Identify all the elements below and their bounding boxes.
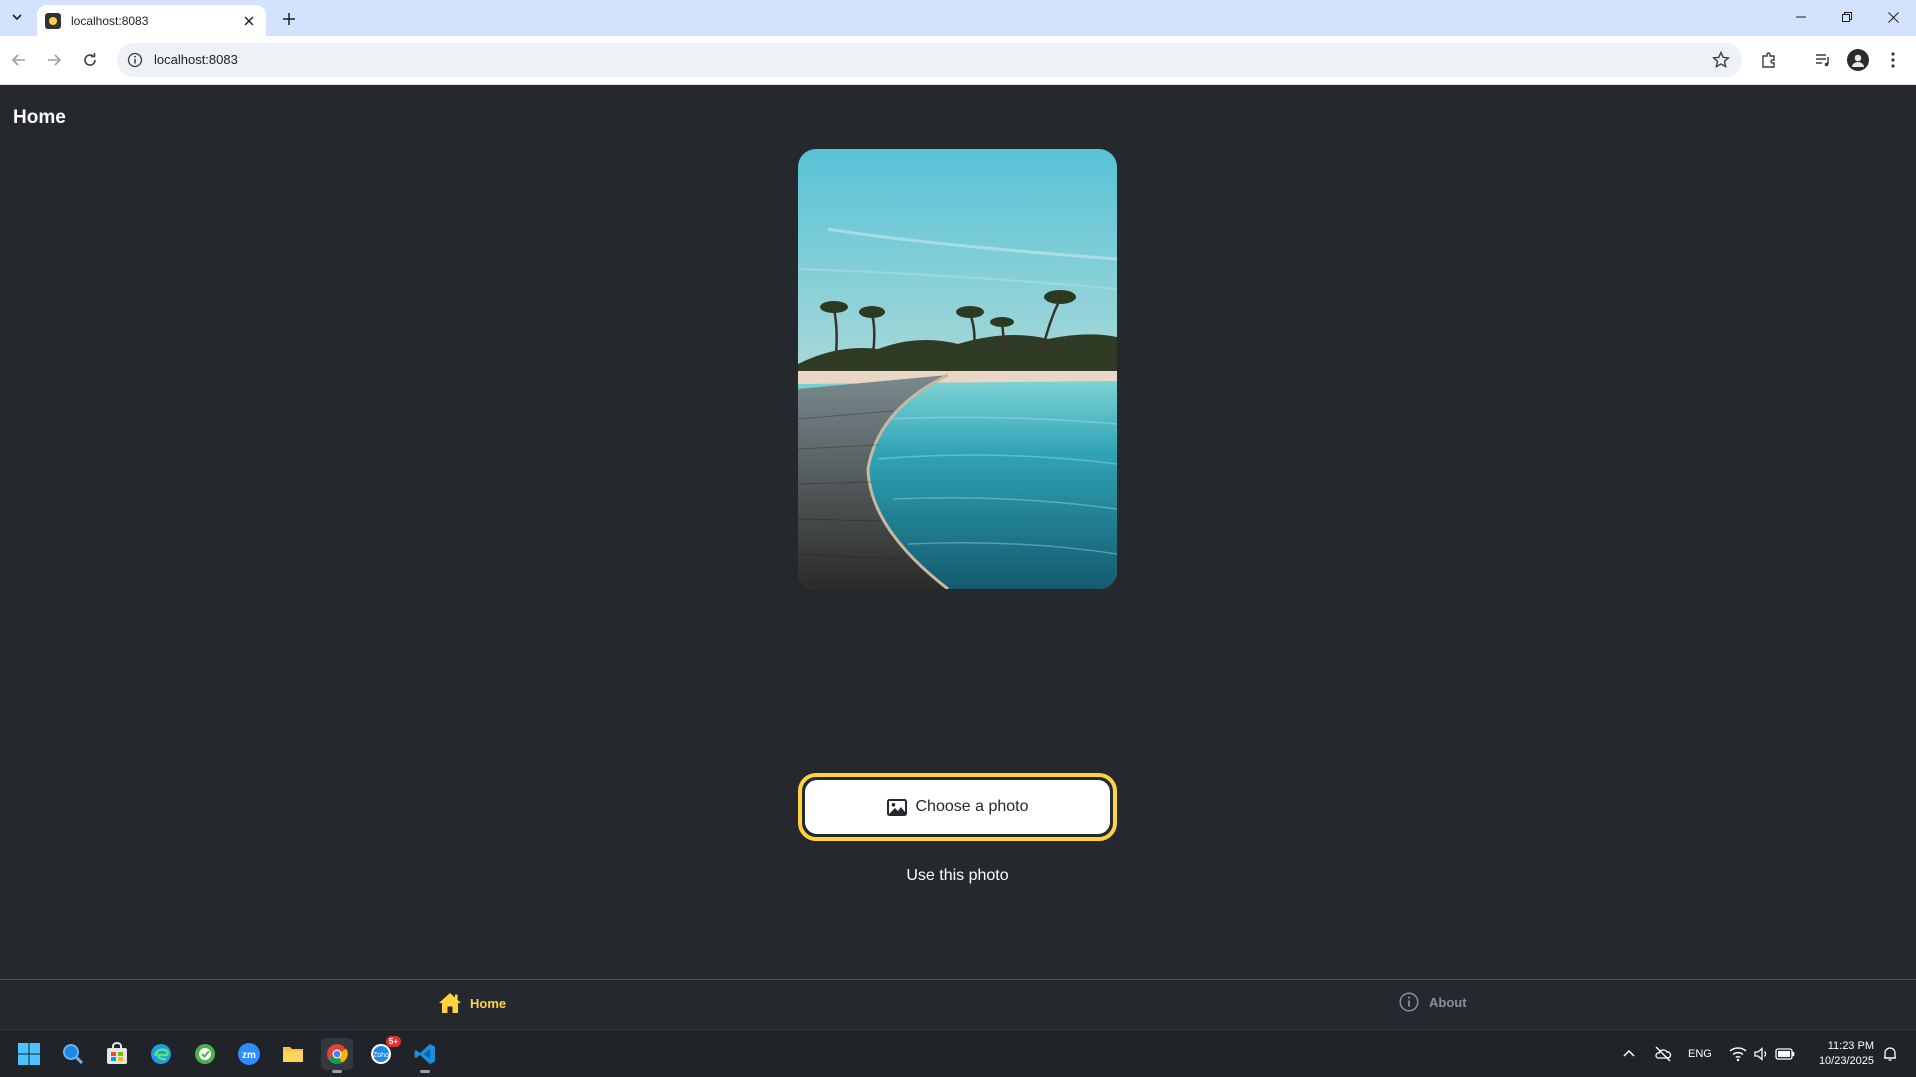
notification-bell-icon	[1884, 1047, 1896, 1061]
cloud-off-icon	[1655, 1046, 1672, 1062]
minimize-button[interactable]	[1784, 4, 1818, 30]
use-photo-button[interactable]: Use this photo	[798, 867, 1117, 885]
arrow-left-icon	[11, 54, 25, 66]
browser-menu-button[interactable]	[1882, 49, 1904, 71]
plus-icon	[283, 13, 295, 25]
bottom-tab-bar: Home About	[0, 979, 1916, 1029]
taskbar-clock[interactable]: 11:23 PM 10/23/2025	[1808, 1039, 1874, 1069]
clock-time: 11:23 PM	[1827, 1040, 1874, 1052]
tab-about[interactable]: About	[1399, 992, 1467, 1012]
new-tab-button[interactable]	[278, 8, 300, 30]
back-button[interactable]	[6, 47, 32, 73]
browser-toolbar: localhost:8083	[0, 36, 1916, 85]
browser-tab-bar: localhost:8083	[0, 0, 1916, 36]
minimize-icon	[1796, 16, 1806, 18]
edge-icon	[151, 1044, 171, 1064]
close-window-button[interactable]	[1876, 4, 1910, 30]
volume-icon	[1754, 1047, 1767, 1061]
svg-text:zm: zm	[242, 1050, 256, 1061]
search-icon	[63, 1044, 84, 1065]
site-info-icon[interactable]	[127, 52, 143, 68]
taskbar-app-green[interactable]	[189, 1038, 221, 1070]
beach-photo-image	[798, 149, 1117, 589]
profile-avatar[interactable]	[1847, 49, 1869, 71]
zoom-icon: zm	[238, 1043, 260, 1065]
windows-logo-icon	[18, 1043, 40, 1065]
forward-button[interactable]	[41, 47, 67, 73]
language-label: ENG	[1688, 1048, 1712, 1060]
home-icon	[439, 993, 461, 1013]
close-icon	[1887, 11, 1899, 23]
network-off-tray[interactable]	[1654, 1030, 1672, 1077]
taskbar-edge[interactable]	[145, 1038, 177, 1070]
taskbar-search[interactable]	[57, 1038, 89, 1070]
start-button[interactable]	[13, 1038, 45, 1070]
browser-tab-active[interactable]: localhost:8083	[37, 5, 266, 36]
playlist-icon	[1816, 54, 1829, 67]
tab-search-button[interactable]	[5, 5, 29, 29]
choose-photo-button[interactable]: Choose a photo	[798, 773, 1117, 841]
green-app-icon	[195, 1044, 215, 1064]
media-controls-button[interactable]	[1812, 49, 1834, 71]
active-app-indicator	[332, 1070, 342, 1073]
bookmark-star-icon[interactable]	[1712, 51, 1730, 69]
tab-close-button[interactable]	[240, 12, 258, 30]
taskbar-zoom[interactable]: zm	[233, 1038, 265, 1070]
notification-badge: 5+	[385, 1036, 401, 1047]
taskbar-zoho[interactable]: Zoho 5+	[365, 1036, 401, 1070]
battery-icon	[1775, 1048, 1795, 1060]
reload-icon	[84, 53, 96, 66]
app-root: Home Choose a photo Use this photo Home …	[0, 85, 1916, 1029]
taskbar-store[interactable]	[101, 1038, 133, 1070]
page-title: Home	[13, 107, 66, 128]
vscode-icon	[414, 1044, 435, 1064]
clock-date: 10/23/2025	[1818, 1055, 1874, 1067]
open-app-indicator	[420, 1070, 430, 1073]
taskbar-vscode[interactable]	[409, 1038, 441, 1073]
info-circle-icon	[1399, 992, 1419, 1012]
taskbar-chrome[interactable]	[321, 1038, 353, 1073]
address-bar[interactable]: localhost:8083	[117, 43, 1742, 77]
chrome-icon	[327, 1044, 348, 1065]
site-favicon-icon	[45, 12, 61, 29]
tab-title: localhost:8083	[71, 13, 149, 28]
tab-about-label: About	[1429, 994, 1467, 1010]
image-icon	[886, 798, 907, 816]
puzzle-icon	[1762, 52, 1775, 68]
more-vertical-icon	[1891, 52, 1895, 68]
notifications-button[interactable]	[1882, 1030, 1898, 1077]
wifi-icon	[1729, 1047, 1747, 1062]
chevron-up-icon	[1623, 1049, 1635, 1057]
quick-settings[interactable]	[1729, 1030, 1795, 1077]
choose-photo-button-inner[interactable]: Choose a photo	[805, 780, 1110, 834]
reload-button[interactable]	[77, 47, 103, 73]
profile-icon	[1852, 54, 1864, 67]
close-icon	[244, 16, 254, 25]
folder-icon	[283, 1047, 303, 1062]
svg-text:Zoho: Zoho	[373, 1052, 389, 1059]
tab-home[interactable]: Home	[438, 992, 506, 1014]
restore-icon	[1842, 12, 1852, 22]
choose-photo-label: Choose a photo	[915, 798, 1029, 815]
selected-photo	[798, 149, 1117, 589]
arrow-right-icon	[48, 54, 62, 66]
language-indicator[interactable]: ENG	[1688, 1030, 1712, 1077]
store-icon	[107, 1042, 127, 1064]
extensions-button[interactable]	[1758, 49, 1780, 71]
restore-button[interactable]	[1830, 4, 1864, 30]
url-text: localhost:8083	[154, 52, 238, 67]
tab-home-label: Home	[470, 995, 507, 1011]
taskbar-file-explorer[interactable]	[277, 1038, 309, 1070]
show-hidden-icons[interactable]	[1622, 1030, 1636, 1077]
chevron-down-icon	[12, 14, 22, 21]
windows-taskbar: zm Zoho 5+ ENG 11:23 PM 10/23/2025	[0, 1029, 1916, 1077]
